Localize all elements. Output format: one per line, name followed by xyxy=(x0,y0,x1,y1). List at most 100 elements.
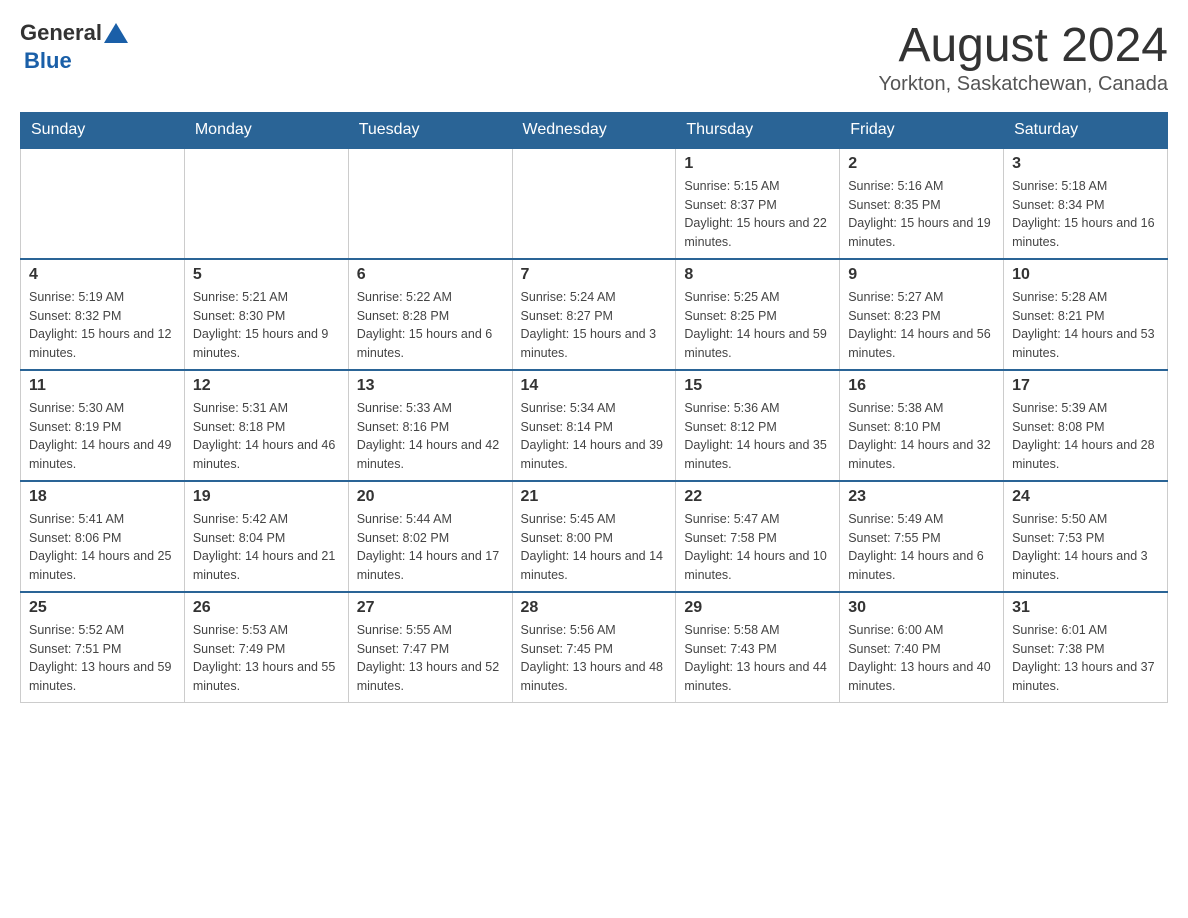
week-row-1: 1 Sunrise: 5:15 AMSunset: 8:37 PMDaylight… xyxy=(21,148,1168,259)
cell-3-6: 24 Sunrise: 5:50 AMSunset: 7:53 PMDayligh… xyxy=(1004,481,1168,592)
cell-4-4: 29 Sunrise: 5:58 AMSunset: 7:43 PMDayligh… xyxy=(676,592,840,703)
cell-3-0: 18Sunrise: 5:41 AMSunset: 8:06 PMDayligh… xyxy=(21,481,185,592)
day-number-15: 15 xyxy=(684,377,831,395)
cell-0-0 xyxy=(21,148,185,259)
col-friday: Friday xyxy=(840,112,1004,148)
cell-4-6: 31 Sunrise: 6:01 AMSunset: 7:38 PMDayligh… xyxy=(1004,592,1168,703)
day-number-24: 24 xyxy=(1012,488,1159,506)
day-number-1: 1 xyxy=(684,155,831,173)
day-number-19: 19 xyxy=(193,488,340,506)
day-number-6: 6 xyxy=(357,266,504,284)
week-row-3: 11Sunrise: 5:30 AMSunset: 8:19 PMDayligh… xyxy=(21,370,1168,481)
col-saturday: Saturday xyxy=(1004,112,1168,148)
week-row-4: 18Sunrise: 5:41 AMSunset: 8:06 PMDayligh… xyxy=(21,481,1168,592)
location: Yorkton, Saskatchewan, Canada xyxy=(879,73,1168,96)
calendar-header-row: Sunday Monday Tuesday Wednesday Thursday… xyxy=(21,112,1168,148)
cell-2-5: 16Sunrise: 5:38 AMSunset: 8:10 PMDayligh… xyxy=(840,370,1004,481)
header-right: August 2024 Yorkton, Saskatchewan, Canad… xyxy=(879,20,1168,96)
day-info-27: Sunrise: 5:55 AMSunset: 7:47 PMDaylight:… xyxy=(357,621,504,696)
day-number-4: 4 xyxy=(29,266,176,284)
day-number-27: 27 xyxy=(357,599,504,617)
day-info-23: Sunrise: 5:49 AMSunset: 7:55 PMDaylight:… xyxy=(848,510,995,585)
cell-2-2: 13 Sunrise: 5:33 AMSunset: 8:16 PMDayligh… xyxy=(348,370,512,481)
day-info-3: Sunrise: 5:18 AMSunset: 8:34 PMDaylight:… xyxy=(1012,177,1159,252)
cell-4-3: 28 Sunrise: 5:56 AMSunset: 7:45 PMDayligh… xyxy=(512,592,676,703)
day-number-8: 8 xyxy=(684,266,831,284)
week-row-2: 4 Sunrise: 5:19 AMSunset: 8:32 PMDaylight… xyxy=(21,259,1168,370)
logo: General Blue xyxy=(20,20,128,74)
day-number-25: 25 xyxy=(29,599,176,617)
cell-0-4: 1 Sunrise: 5:15 AMSunset: 8:37 PMDaylight… xyxy=(676,148,840,259)
col-tuesday: Tuesday xyxy=(348,112,512,148)
day-number-21: 21 xyxy=(521,488,668,506)
day-number-22: 22 xyxy=(684,488,831,506)
cell-0-2 xyxy=(348,148,512,259)
cell-2-1: 12Sunrise: 5:31 AMSunset: 8:18 PMDayligh… xyxy=(184,370,348,481)
day-info-31: Sunrise: 6:01 AMSunset: 7:38 PMDaylight:… xyxy=(1012,621,1159,696)
col-wednesday: Wednesday xyxy=(512,112,676,148)
day-info-10: Sunrise: 5:28 AMSunset: 8:21 PMDaylight:… xyxy=(1012,288,1159,363)
col-monday: Monday xyxy=(184,112,348,148)
page-header: General Blue August 2024 Yorkton, Saskat… xyxy=(20,20,1168,96)
calendar-table: Sunday Monday Tuesday Wednesday Thursday… xyxy=(20,112,1168,703)
day-info-14: Sunrise: 5:34 AMSunset: 8:14 PMDaylight:… xyxy=(521,399,668,474)
cell-3-2: 20Sunrise: 5:44 AMSunset: 8:02 PMDayligh… xyxy=(348,481,512,592)
day-number-5: 5 xyxy=(193,266,340,284)
day-number-13: 13 xyxy=(357,377,504,395)
cell-2-0: 11Sunrise: 5:30 AMSunset: 8:19 PMDayligh… xyxy=(21,370,185,481)
logo-text-general: General xyxy=(20,20,102,45)
day-info-15: Sunrise: 5:36 AMSunset: 8:12 PMDaylight:… xyxy=(684,399,831,474)
day-info-25: Sunrise: 5:52 AMSunset: 7:51 PMDaylight:… xyxy=(29,621,176,696)
day-info-1: Sunrise: 5:15 AMSunset: 8:37 PMDaylight:… xyxy=(684,177,831,252)
cell-3-1: 19 Sunrise: 5:42 AMSunset: 8:04 PMDayligh… xyxy=(184,481,348,592)
logo-text-blue: Blue xyxy=(24,48,72,73)
cell-4-0: 25 Sunrise: 5:52 AMSunset: 7:51 PMDayligh… xyxy=(21,592,185,703)
day-number-29: 29 xyxy=(684,599,831,617)
day-number-14: 14 xyxy=(521,377,668,395)
cell-2-3: 14 Sunrise: 5:34 AMSunset: 8:14 PMDayligh… xyxy=(512,370,676,481)
cell-3-4: 22 Sunrise: 5:47 AMSunset: 7:58 PMDayligh… xyxy=(676,481,840,592)
day-info-21: Sunrise: 5:45 AMSunset: 8:00 PMDaylight:… xyxy=(521,510,668,585)
cell-2-6: 17 Sunrise: 5:39 AMSunset: 8:08 PMDayligh… xyxy=(1004,370,1168,481)
cell-0-5: 2Sunrise: 5:16 AMSunset: 8:35 PMDaylight… xyxy=(840,148,1004,259)
day-info-16: Sunrise: 5:38 AMSunset: 8:10 PMDaylight:… xyxy=(848,399,995,474)
day-info-29: Sunrise: 5:58 AMSunset: 7:43 PMDaylight:… xyxy=(684,621,831,696)
col-sunday: Sunday xyxy=(21,112,185,148)
day-number-28: 28 xyxy=(521,599,668,617)
day-number-31: 31 xyxy=(1012,599,1159,617)
day-number-7: 7 xyxy=(521,266,668,284)
col-thursday: Thursday xyxy=(676,112,840,148)
cell-1-2: 6Sunrise: 5:22 AMSunset: 8:28 PMDaylight… xyxy=(348,259,512,370)
day-info-24: Sunrise: 5:50 AMSunset: 7:53 PMDaylight:… xyxy=(1012,510,1159,585)
day-number-23: 23 xyxy=(848,488,995,506)
cell-1-1: 5Sunrise: 5:21 AMSunset: 8:30 PMDaylight… xyxy=(184,259,348,370)
day-info-26: Sunrise: 5:53 AMSunset: 7:49 PMDaylight:… xyxy=(193,621,340,696)
day-info-28: Sunrise: 5:56 AMSunset: 7:45 PMDaylight:… xyxy=(521,621,668,696)
day-info-22: Sunrise: 5:47 AMSunset: 7:58 PMDaylight:… xyxy=(684,510,831,585)
day-info-4: Sunrise: 5:19 AMSunset: 8:32 PMDaylight:… xyxy=(29,288,176,363)
cell-0-1 xyxy=(184,148,348,259)
day-info-19: Sunrise: 5:42 AMSunset: 8:04 PMDaylight:… xyxy=(193,510,340,585)
cell-0-6: 3 Sunrise: 5:18 AMSunset: 8:34 PMDaylight… xyxy=(1004,148,1168,259)
day-info-9: Sunrise: 5:27 AMSunset: 8:23 PMDaylight:… xyxy=(848,288,995,363)
cell-1-5: 9Sunrise: 5:27 AMSunset: 8:23 PMDaylight… xyxy=(840,259,1004,370)
day-number-10: 10 xyxy=(1012,266,1159,284)
cell-1-3: 7Sunrise: 5:24 AMSunset: 8:27 PMDaylight… xyxy=(512,259,676,370)
day-info-17: Sunrise: 5:39 AMSunset: 8:08 PMDaylight:… xyxy=(1012,399,1159,474)
day-info-13: Sunrise: 5:33 AMSunset: 8:16 PMDaylight:… xyxy=(357,399,504,474)
cell-1-0: 4 Sunrise: 5:19 AMSunset: 8:32 PMDaylight… xyxy=(21,259,185,370)
cell-3-5: 23 Sunrise: 5:49 AMSunset: 7:55 PMDayligh… xyxy=(840,481,1004,592)
day-number-17: 17 xyxy=(1012,377,1159,395)
cell-0-3 xyxy=(512,148,676,259)
cell-4-1: 26Sunrise: 5:53 AMSunset: 7:49 PMDayligh… xyxy=(184,592,348,703)
cell-4-2: 27 Sunrise: 5:55 AMSunset: 7:47 PMDayligh… xyxy=(348,592,512,703)
cell-2-4: 15 Sunrise: 5:36 AMSunset: 8:12 PMDayligh… xyxy=(676,370,840,481)
cell-1-4: 8Sunrise: 5:25 AMSunset: 8:25 PMDaylight… xyxy=(676,259,840,370)
day-info-30: Sunrise: 6:00 AMSunset: 7:40 PMDaylight:… xyxy=(848,621,995,696)
logo-triangle-icon xyxy=(104,23,128,43)
cell-1-6: 10 Sunrise: 5:28 AMSunset: 8:21 PMDayligh… xyxy=(1004,259,1168,370)
day-number-20: 20 xyxy=(357,488,504,506)
day-number-3: 3 xyxy=(1012,155,1159,173)
day-number-2: 2 xyxy=(848,155,995,173)
cell-3-3: 21 Sunrise: 5:45 AMSunset: 8:00 PMDayligh… xyxy=(512,481,676,592)
